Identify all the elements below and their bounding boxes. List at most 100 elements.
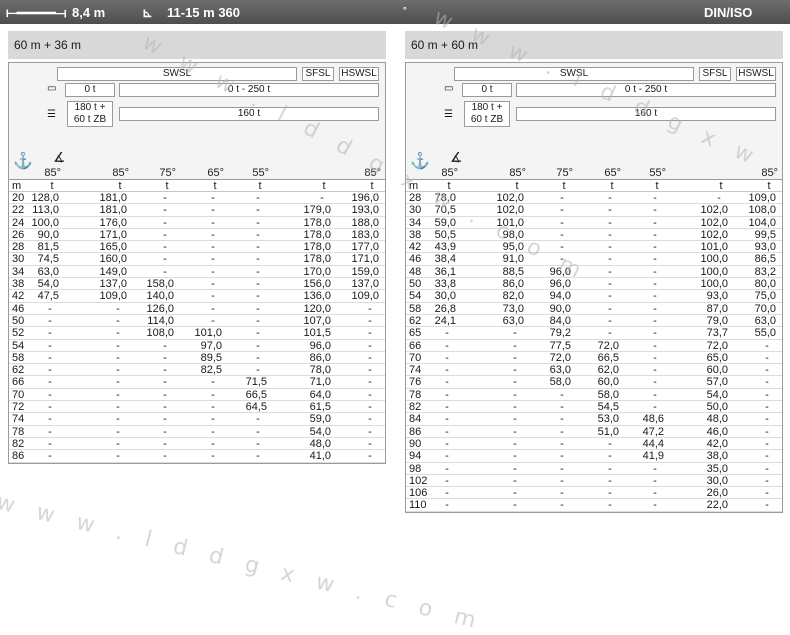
- table-row: 58 - - - 89,5 - 86,0 -: [9, 351, 385, 365]
- load-cell: 100,0: [700, 265, 728, 278]
- load-cell: -: [653, 327, 657, 340]
- units-row: mttttttt: [9, 180, 385, 192]
- load-cell: 43,9: [434, 241, 456, 254]
- luffing-angle-icon: ∡: [450, 149, 463, 165]
- hswsl-label: HSWSL: [736, 67, 776, 81]
- load-cell: -: [608, 216, 612, 229]
- table-row: 84 - - - 53,0 48,6 48,0 -: [406, 413, 782, 426]
- load-cell: -: [560, 204, 564, 217]
- table-row: 20 128,0 181,0- - - -196,0: [9, 192, 385, 205]
- load-cell: -: [513, 487, 517, 500]
- radius-cell: 58: [12, 351, 25, 364]
- load-cell: 41,9: [642, 450, 664, 463]
- load-cell: 79,0: [706, 314, 728, 327]
- load-cell: -: [653, 302, 657, 315]
- load-cell: -: [560, 425, 564, 438]
- load-cell: 50,0: [706, 401, 728, 414]
- load-cell: -: [608, 327, 612, 340]
- load-cell: -: [513, 450, 517, 463]
- table-row: 46 38,4 91,0- - -100,0 86,5: [406, 253, 782, 266]
- load-cell: -: [48, 413, 52, 426]
- load-cell: 178,0: [303, 228, 331, 241]
- load-cell: -: [445, 339, 449, 352]
- load-cell: 196,0: [351, 192, 379, 204]
- load-cell: 159,0: [351, 265, 379, 278]
- radius-cell: 78: [12, 425, 25, 438]
- load-cell: -: [653, 388, 657, 401]
- load-cell: 54,5: [597, 401, 619, 414]
- angle-header: 85°: [509, 167, 526, 179]
- load-cell: -: [513, 499, 517, 512]
- load-cell: -: [445, 462, 449, 475]
- load-cell: -: [116, 376, 120, 389]
- radius-cell: 82: [409, 401, 422, 414]
- load-cell: 91,0: [502, 253, 524, 266]
- load-cell: 60,0: [597, 376, 619, 389]
- table-row: 66 - - 77,5 72,0 - 72,0 -: [406, 339, 782, 352]
- angle-header: 75°: [556, 167, 573, 179]
- load-cell: -: [256, 216, 260, 229]
- load-cell: -: [211, 450, 215, 463]
- load-cell: 51,0: [597, 425, 619, 438]
- load-cell: 158,0: [146, 278, 174, 291]
- load-cell: 102,0: [700, 204, 728, 217]
- degree-mark: °: [403, 5, 407, 15]
- load-cell: -: [163, 339, 167, 352]
- load-cell: -: [445, 376, 449, 389]
- load-cell: -: [560, 499, 564, 512]
- radius-cell: 52: [12, 327, 25, 340]
- load-cell: 109,0: [351, 290, 379, 303]
- load-cell: -: [116, 302, 120, 315]
- angle-header: 55°: [252, 167, 269, 179]
- load-cell: -: [560, 401, 564, 414]
- counterweight-b-value: 0 t - 250 t: [516, 83, 776, 97]
- load-cell: -: [653, 241, 657, 254]
- load-cell: 137,0: [351, 278, 379, 291]
- load-cell: 80,0: [754, 278, 776, 291]
- load-cell: -: [116, 401, 120, 414]
- load-cell: 71,5: [245, 376, 267, 389]
- radius-cell: 65: [409, 327, 422, 340]
- load-cell: 44,4: [642, 437, 664, 450]
- load-cell: -: [445, 413, 449, 426]
- load-cell: 177,0: [351, 241, 379, 254]
- load-chart-panel-right: 60 m + 60 m SWSL SFSL HSWSL ▭ 0 t0 t - 250 t ☰…: [405, 31, 783, 513]
- load-cell: -: [653, 487, 657, 500]
- load-cell: -: [608, 314, 612, 327]
- load-cell: -: [211, 192, 215, 204]
- load-cell: -: [48, 437, 52, 450]
- table-row: 86 - - - - - 41,0 -: [9, 450, 385, 463]
- load-cell: -: [653, 278, 657, 291]
- angle-header: 65°: [604, 167, 621, 179]
- load-cell: -: [765, 474, 769, 487]
- load-cell: -: [765, 376, 769, 389]
- table-row: 50 - - 114,0 - - 107,0 -: [9, 315, 385, 328]
- load-cell: -: [368, 339, 372, 352]
- load-cell: 22,0: [706, 499, 728, 512]
- load-cell: -: [116, 437, 120, 450]
- load-cell: -: [48, 450, 52, 463]
- load-cell: 126,0: [146, 302, 174, 315]
- load-cell: 100,0: [700, 278, 728, 291]
- load-cell: 30,0: [434, 290, 456, 303]
- load-cell: -: [608, 278, 612, 291]
- load-cell: -: [256, 278, 260, 291]
- load-cell: 178,0: [303, 253, 331, 266]
- radius-cell: 62: [12, 364, 25, 377]
- load-cell: -: [653, 265, 657, 278]
- radius-cell: 106: [409, 487, 428, 500]
- radius-cell: 70: [409, 351, 422, 364]
- load-cell: -: [513, 339, 517, 352]
- load-cell: 50,5: [434, 228, 456, 241]
- load-cell: -: [48, 351, 52, 364]
- load-cell: 74,5: [37, 253, 59, 266]
- table-row: 26 90,0 171,0- - -178,0 183,0: [9, 228, 385, 242]
- table-row: 82 - - - 54,5 - 50,0 -: [406, 401, 782, 414]
- load-cell: -: [116, 351, 120, 364]
- load-cell: 73,7: [706, 327, 728, 340]
- load-cell: -: [163, 364, 167, 377]
- load-cell: -: [163, 216, 167, 229]
- load-cell: 72,0: [597, 339, 619, 352]
- load-cell: -: [765, 499, 769, 512]
- table-row: 22 113,0 181,0- - -179,0 193,0: [9, 204, 385, 217]
